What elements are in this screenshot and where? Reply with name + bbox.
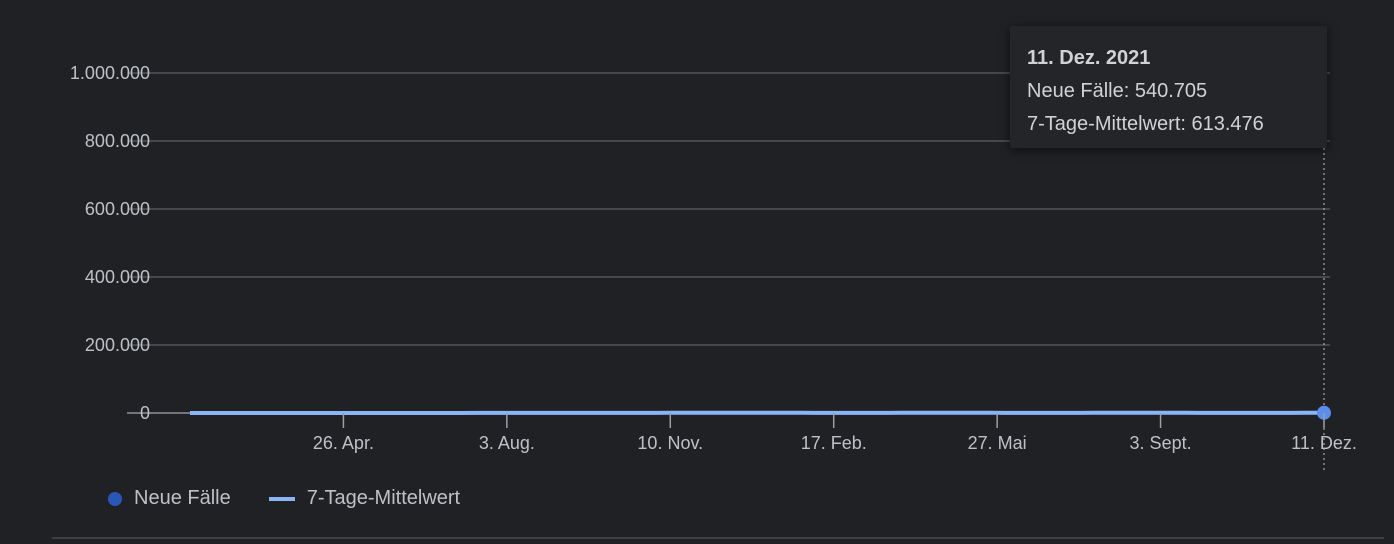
y-tick-label: 400.000 xyxy=(85,267,150,287)
x-tick-label: 17. Feb. xyxy=(801,433,867,453)
x-tick-label: 26. Apr. xyxy=(313,433,374,453)
y-tick-label: 800.000 xyxy=(85,131,150,151)
new-cases-legend-dot-icon xyxy=(108,491,122,506)
chart-legend: Neue Fälle 7-Tage-Mittelwert xyxy=(108,487,460,510)
divider xyxy=(52,537,1384,539)
x-tick-label: 10. Nov. xyxy=(637,433,703,453)
x-tick-label: 11. Dez. xyxy=(1291,433,1357,453)
tooltip-average: 7-Tage-Mittelwert: 613.476 xyxy=(1027,113,1264,135)
x-tick-label: 3. Aug. xyxy=(479,433,535,453)
legend-average[interactable]: 7-Tage-Mittelwert xyxy=(307,487,460,510)
average-legend-line-icon xyxy=(268,496,295,501)
y-tick-label: 200.000 xyxy=(85,335,150,355)
y-tick-label: 1.000.000 xyxy=(70,63,150,83)
tooltip-date: 11. Dez. 2021 xyxy=(1027,47,1151,69)
tooltip-new-cases: Neue Fälle: 540.705 xyxy=(1027,80,1208,102)
y-tick-label: 0 xyxy=(140,403,150,423)
x-tick-label: 3. Sept. xyxy=(1130,433,1192,453)
y-tick-label: 600.000 xyxy=(85,199,150,219)
chart-tooltip: 11. Dez. 2021 Neue Fälle: 540.705 7-Tage… xyxy=(1010,26,1327,148)
legend-new-cases[interactable]: Neue Fälle xyxy=(134,487,231,510)
x-tick-label: 27. Mai xyxy=(968,433,1027,453)
